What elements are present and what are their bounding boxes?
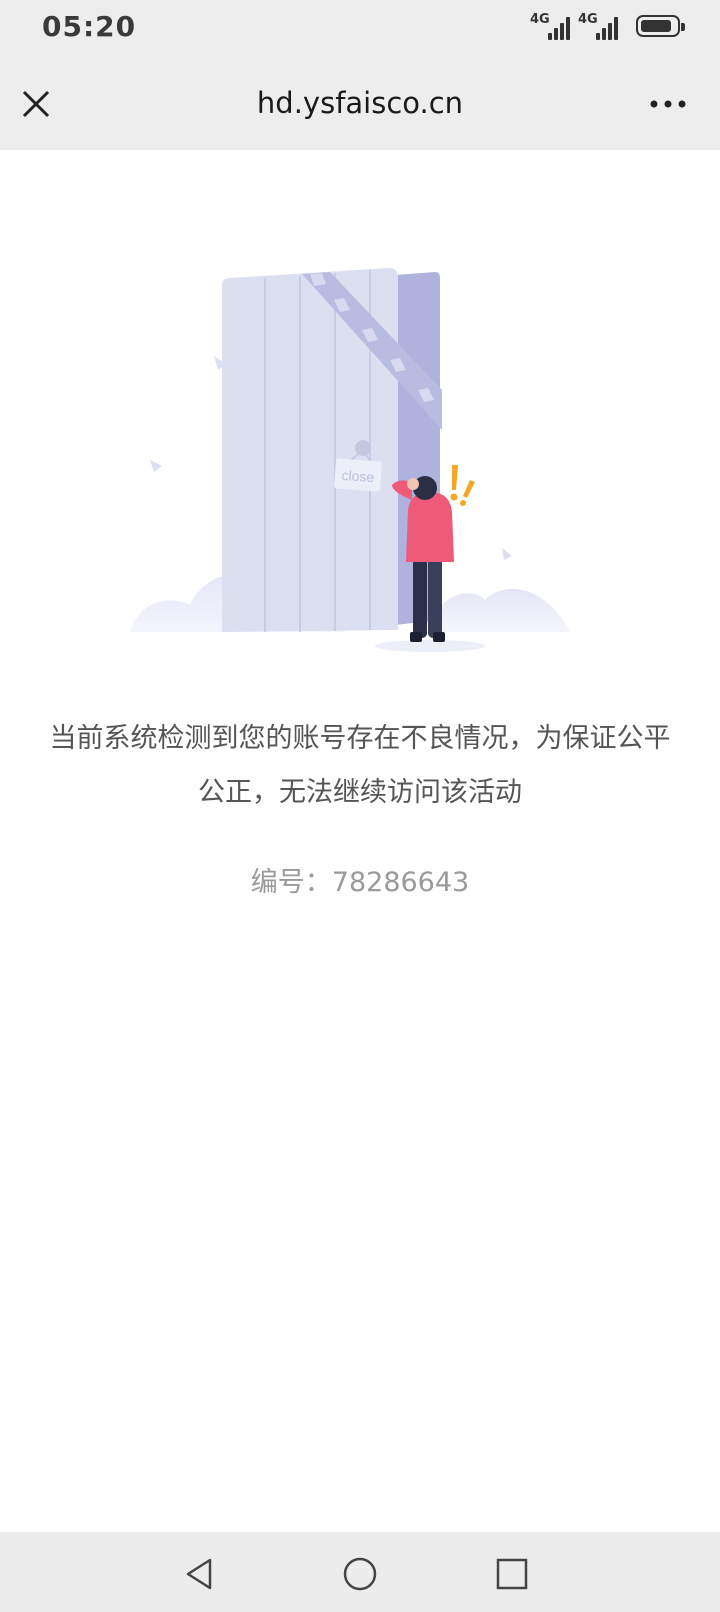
recents-square-icon[interactable] bbox=[492, 1554, 532, 1594]
home-circle-icon[interactable] bbox=[340, 1554, 380, 1594]
status-bar: 05:20 4G 4G bbox=[0, 0, 720, 56]
close-sign-text: close bbox=[341, 467, 375, 485]
system-nav-bar bbox=[0, 1532, 720, 1612]
page-url-title: hd.ysfaisco.cn bbox=[256, 86, 464, 120]
status-time: 05:20 bbox=[42, 10, 137, 43]
code-value: 78286643 bbox=[331, 867, 470, 898]
reference-code: 编号：78286643 bbox=[0, 860, 720, 899]
back-triangle-icon[interactable] bbox=[180, 1554, 220, 1594]
code-label: 编号： bbox=[250, 867, 332, 898]
browser-nav-bar: hd.ysfaisco.cn bbox=[0, 56, 720, 150]
more-icon[interactable] bbox=[648, 94, 688, 114]
closed-door-illustration: close bbox=[130, 260, 590, 680]
status-icons: 4G 4G bbox=[530, 12, 685, 42]
blocked-message: 当前系统检测到您的账号存在不良情况，为保证公平公正，无法继续访问该活动 bbox=[49, 723, 671, 808]
battery-icon bbox=[636, 15, 685, 37]
